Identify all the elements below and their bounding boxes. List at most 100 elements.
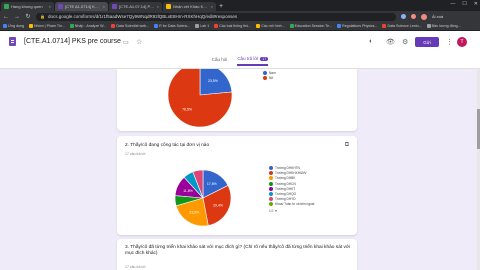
responses-count-badge: 17	[260, 56, 269, 61]
legend-label: Khoa/ Tuần tư và bên ngoài	[275, 202, 315, 207]
reload-icon[interactable]: ↻	[25, 13, 31, 20]
pie-slice-label: 76,5%	[182, 107, 192, 111]
browser-tab[interactable]: Hang khong quen ×	[1, 2, 54, 11]
tab-close-icon[interactable]: ×	[103, 4, 105, 9]
tab-favicon-icon	[58, 4, 63, 9]
browser-tab[interactable]: Nhận xét Khảo Khảo học thương ×	[163, 2, 216, 11]
settings-icon[interactable]: ⚙	[402, 38, 408, 46]
bookmark-item[interactable]: Regulations Physics...	[337, 24, 377, 28]
form-title[interactable]: [CTE.A1.0714] PKS pre course	[24, 38, 121, 45]
folder-icon[interactable]: ▭	[123, 39, 129, 46]
bookmark-favicon-icon	[154, 24, 159, 28]
window-controls: — ☐ ✕	[450, 1, 478, 7]
question-card-1: 23,5% 76,5% Nam Nữ	[117, 69, 357, 131]
legend-label: Trường DHKHXH&NV	[275, 171, 307, 176]
back-icon[interactable]: ←	[3, 14, 9, 20]
bookmark-label: Data Science Lectu...	[387, 24, 422, 28]
bookmark-item[interactable]: R for Data Scienc...	[154, 24, 190, 28]
legend-label: Trường DHCN	[275, 181, 296, 186]
bookmark-item[interactable]: Bảo lương động...	[426, 24, 461, 28]
tab-favicon-icon	[166, 4, 171, 9]
legend-swatch	[269, 166, 273, 170]
tab-close-icon[interactable]: ×	[157, 4, 159, 9]
legend-label: Trường DHKHTN	[275, 166, 300, 170]
forward-icon[interactable]: →	[14, 14, 20, 20]
close-window-icon[interactable]: ✕	[474, 1, 478, 7]
minimize-icon[interactable]: —	[450, 1, 455, 7]
bookmark-item[interactable]: Nhấp - Analyze W...	[69, 24, 106, 28]
bookmark-label: Data Scientist web...	[116, 24, 150, 28]
avatar[interactable]: T	[457, 37, 467, 47]
pie-slice-label: 11,8%	[183, 189, 193, 193]
legend-label: Trường DHBK	[275, 176, 296, 181]
form-tabs: Câu hỏi Câu trả lời 17	[0, 56, 480, 66]
bookmark-label: Education Session Te...	[294, 24, 333, 28]
bookmark-favicon-icon	[214, 24, 219, 28]
pie-slice-label: 23,5%	[189, 211, 199, 215]
legend-swatch	[269, 197, 273, 202]
send-button[interactable]: Gửi	[415, 37, 439, 47]
legend-item: Nam	[263, 71, 276, 75]
legend-swatch	[269, 176, 273, 181]
bookmark-label: Các loại thông thú...	[219, 24, 252, 28]
tab-title: Hang khong quen	[11, 4, 43, 9]
url-text: docs.google.com/forms/d/1r1f5aadWse7Qy9W…	[47, 14, 238, 19]
url-field[interactable]: 🔒 docs.google.com/forms/d/1r1f5aadWse7Qy…	[36, 12, 396, 21]
browser-tab-active[interactable]: [CTE A1.0714] Ket quả pre course ×	[55, 2, 108, 11]
maximize-icon[interactable]: ☐	[462, 1, 466, 7]
chart-legend-1: Nam Nữ	[263, 71, 276, 81]
legend-label: Nữ	[269, 76, 274, 81]
forms-logo-icon[interactable]	[9, 37, 16, 46]
legend-item: Trường DHKHTN	[269, 166, 314, 170]
new-tab-button[interactable]: +	[219, 2, 223, 11]
forms-header: [CTE.A1.0714] PKS pre course ▭ ☆ ◐ 👁 ⚙ G…	[0, 31, 480, 69]
bookmark-favicon-icon	[289, 24, 294, 28]
tab-close-icon[interactable]: ×	[49, 4, 51, 9]
browser-tab[interactable]: [CTE.A1.07.14] PKS pre course ×	[109, 2, 162, 11]
legend-pager[interactable]: 1/2 ▼	[269, 209, 314, 213]
tab-questions-label: Câu hỏi	[211, 57, 228, 62]
tab-title: Nhận xét Khảo Khảo học thương	[173, 4, 209, 9]
tab-responses[interactable]: Câu trả lời 17	[237, 56, 269, 66]
legend-label: Trường DHKT	[275, 186, 296, 191]
bookmark-item[interactable]: Nhóm | Phạm Tin...	[29, 24, 65, 28]
profile-avatar[interactable]	[421, 13, 427, 20]
bookmark-label: Lab 1	[200, 24, 210, 28]
legend-item: Trường DHKHXH&NV	[269, 171, 314, 176]
bookmark-item[interactable]: Data Science Lectu...	[382, 24, 422, 28]
question-card-2: 2. Thầy/cô đang công tác tại đơn vị nào …	[117, 136, 357, 235]
bookmark-item[interactable]: Education Session Te...	[289, 24, 333, 28]
more-options-icon[interactable]: ⋮	[446, 38, 453, 46]
legend-swatch	[269, 186, 273, 191]
bookmark-favicon-icon	[195, 24, 200, 28]
pie-slice-label: 23,5%	[208, 79, 218, 83]
bookmark-item[interactable]: Data Scientist web...	[111, 24, 149, 28]
legend-item: Trường DHKT	[269, 186, 314, 191]
bookmark-label: Ứng dụng	[8, 24, 25, 28]
bookmark-favicon-icon	[69, 24, 74, 28]
preview-icon[interactable]: 👁	[386, 38, 395, 46]
tab-questions[interactable]: Câu hỏi	[212, 56, 228, 66]
extension-icon[interactable]	[411, 14, 416, 19]
bookmark-item[interactable]: Các loại thông thú...	[214, 24, 251, 28]
chart-legend-2: Trường DHKHTN Trường DHKHXH&NV Trường DHBK…	[269, 166, 314, 213]
bookmark-favicon-icon	[29, 24, 34, 28]
bookmark-favicon-icon	[256, 24, 261, 28]
bookmark-favicon-icon	[426, 24, 431, 28]
legend-swatch	[269, 171, 273, 176]
palette-icon[interactable]: ◐	[369, 38, 373, 45]
legend-item: Trường DHQG	[269, 191, 314, 196]
bookmark-label: Nhóm | Phạm Tin...	[34, 24, 65, 28]
tab-title: [CTE.A1.07.14] PKS pre course	[119, 4, 155, 9]
tab-responses-label: Câu trả lời	[237, 56, 259, 61]
star-icon[interactable]: ☆	[136, 38, 142, 46]
bookmark-item[interactable]: Lab 1	[195, 24, 209, 28]
extension-icon[interactable]	[401, 14, 406, 19]
bookmark-item[interactable]: Các mô hình...	[256, 24, 285, 28]
pie-chart-2: 17,6% 29,4% 23,5% 11,8%	[174, 169, 232, 227]
bookmark-item[interactable]: Ứng dụng	[3, 24, 24, 28]
tab-close-icon[interactable]: ×	[211, 4, 213, 9]
question-title: 3. Thầy/cô đã từng triển khai khảo sát v…	[125, 245, 351, 256]
legend-swatch	[269, 191, 273, 196]
legend-label: Trường DHQG	[275, 191, 297, 196]
